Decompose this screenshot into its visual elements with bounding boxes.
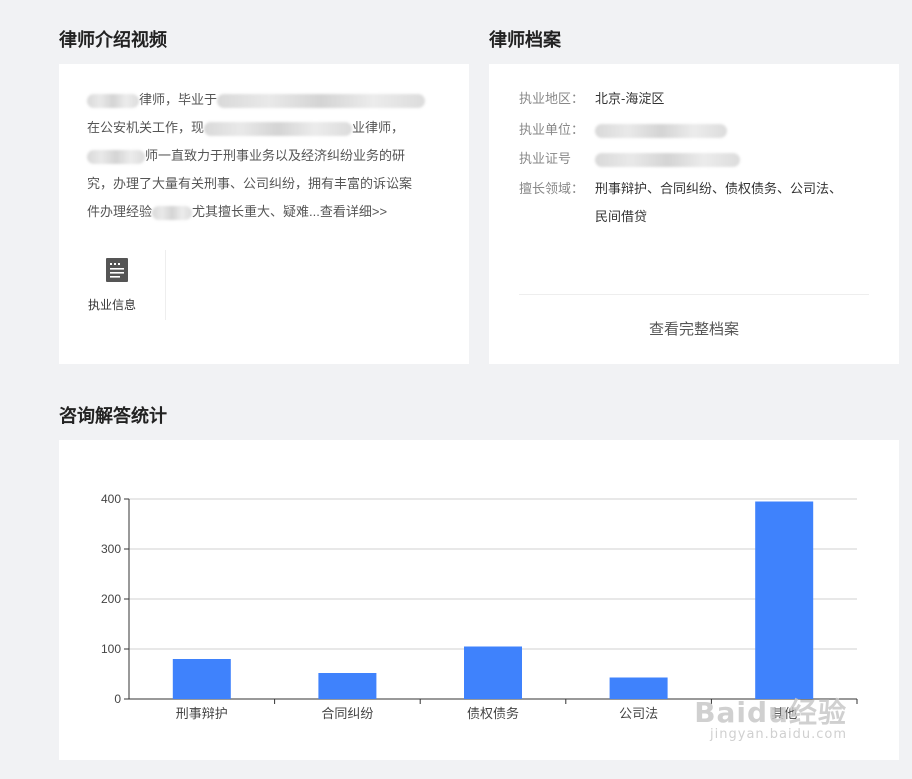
intro-card: 律师，毕业于 在公安机关工作，现 业律师， 师一直致力于刑事业务以及经济纠纷业务的… <box>59 64 469 364</box>
x-tick-label-4: 其他 <box>771 706 797 721</box>
redacted-license <box>595 152 740 167</box>
intro-section-title: 律师介绍视频 <box>59 30 167 50</box>
intro-line-5a: 件办理经验 <box>87 204 153 219</box>
y-tick-label-200: 200 <box>101 592 121 606</box>
profile-section-title: 律师档案 <box>489 30 561 50</box>
stats-card: 0 100 200 300 400 刑事辩护 合同纠纷 债权债务 公司法 其他 Baidu经验 j… <box>59 440 899 760</box>
redacted-school <box>217 93 426 108</box>
y-tick-label-300: 300 <box>101 542 121 556</box>
fields-value-line-2: 民间借贷 <box>595 209 648 224</box>
y-tick-label-100: 100 <box>101 642 121 656</box>
region-value: 北京-海淀区 <box>595 91 665 106</box>
redacted-unit <box>595 123 727 138</box>
intro-line-4: 究，办理了大量有关刑事、公司纠纷，拥有丰富的诉讼案 <box>87 176 413 191</box>
license-label: 执业证号 <box>519 151 572 166</box>
profile-fields-row: 擅长领域： 刑事辩护、合同纠纷、债权债务、公司法、 民间借贷 <box>519 175 842 231</box>
profile-divider <box>519 294 869 295</box>
redacted-firm <box>204 121 353 136</box>
bar-3 <box>609 677 668 699</box>
bar-1 <box>318 673 377 699</box>
profile-unit-row: 执业单位： <box>519 116 727 144</box>
view-full-profile-link[interactable]: 查看完整档案 <box>489 318 899 339</box>
intro-line-5b: 尤其擅长重大、疑难... <box>192 204 320 219</box>
profile-region-row: 执业地区： 北京-海淀区 <box>519 85 664 113</box>
bar-4 <box>755 501 814 699</box>
document-icon <box>106 258 128 282</box>
bar-0 <box>172 659 231 699</box>
redacted-text <box>152 205 193 220</box>
fields-value: 刑事辩护、合同纠纷、债权债务、公司法、 民间借贷 <box>595 175 842 231</box>
region-label: 执业地区： <box>519 91 585 106</box>
consultation-bar-chart: 0 100 200 300 400 刑事辩护 合同纠纷 债权债务 公司法 其他 <box>101 492 858 721</box>
intro-line-2a: 在公安机关工作，现 <box>87 120 205 135</box>
x-tick-label-2: 债权债务 <box>467 706 519 721</box>
intro-line-1: 律师，毕业于 <box>139 92 218 107</box>
x-tick-label-3: 公司法 <box>619 706 658 721</box>
redacted-name-2 <box>87 149 145 164</box>
profile-card: 执业地区： 北京-海淀区 执业单位： 执业证号 擅长领域： 刑事辩护、合同纠纷、债权… <box>489 64 899 364</box>
y-tick-label-400: 400 <box>101 492 121 506</box>
fields-value-line-1: 刑事辩护、合同纠纷、债权债务、公司法、 <box>595 181 843 196</box>
bar-2 <box>464 646 522 699</box>
intro-line-2b: 业律师， <box>352 120 405 135</box>
redacted-name <box>87 93 139 108</box>
x-tick-label-0: 刑事辩护 <box>176 706 228 721</box>
stats-section-title: 咨询解答统计 <box>59 406 167 426</box>
unit-label: 执业单位： <box>519 122 585 137</box>
fields-label: 擅长领域： <box>519 181 585 196</box>
x-tick-label-1: 合同纠纷 <box>321 706 373 721</box>
intro-line-3: 师一直致力于刑事业务以及经济纠纷业务的研 <box>145 148 406 163</box>
intro-text: 律师，毕业于 在公安机关工作，现 业律师， 师一直致力于刑事业务以及经济纠纷业务的… <box>87 86 447 226</box>
practice-info-label: 执业信息 <box>87 298 136 312</box>
y-tick-label-0: 0 <box>114 692 121 706</box>
practice-info-button[interactable]: 执业信息 <box>59 250 166 320</box>
view-details-link[interactable]: 查看详细>> <box>320 204 387 219</box>
profile-license-row: 执业证号 <box>519 145 740 173</box>
